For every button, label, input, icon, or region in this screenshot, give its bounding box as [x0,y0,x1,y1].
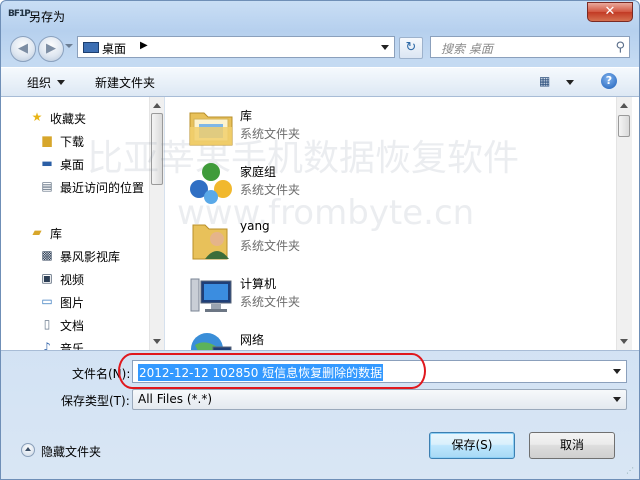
file-item-homegroup[interactable]: 家庭组 系统文件夹 [187,157,487,209]
command-bar: 组织 新建文件夹 ▦ ? [1,67,639,97]
scroll-up-icon[interactable] [153,103,161,108]
file-scroll-thumb[interactable] [618,115,630,137]
pictures-icon: ▭ [41,294,53,308]
videos-icon: ▣ [41,271,53,285]
scroll-down-icon[interactable] [153,339,161,344]
navigation-bar: ◀ ▶ 桌面 ▶ ↻ 搜索 桌面 ⚲ [1,33,639,63]
hide-folders-label: 隐藏文件夹 [41,445,102,459]
title-bar: BF1P 另存为 ✕ [1,1,639,31]
filetype-dropdown-icon[interactable] [613,397,621,402]
file-list: 比亚莘果手机数据恢复软件 www.frombyte.cn 库 系统文件夹 家庭组… [87,97,639,350]
desktop-icon: ▬ [41,156,53,170]
nav-scrollbar[interactable] [149,97,164,350]
nav-scroll-thumb[interactable] [151,113,163,185]
organize-label: 组织 [27,76,52,90]
network-icon [191,333,232,350]
desktop-icon [83,42,99,53]
computer-icon [190,278,232,312]
close-icon: ✕ [604,4,616,19]
address-dropdown-icon[interactable] [381,45,389,50]
help-icon[interactable]: ? [601,73,617,89]
browse-area: ★ 收藏夹 ▆ 下载 ▬ 桌面 ▤ 最近访问的位置 ▰ 库 ▩ 暴风影视库 ▣ … [1,97,639,351]
breadcrumb-chevron-icon[interactable]: ▶ [140,40,148,51]
organize-button[interactable]: 组织 [27,74,66,91]
file-item-user[interactable]: yang 系统文件夹 [187,213,487,265]
refresh-button[interactable]: ↻ [399,37,423,59]
view-options-icon[interactable]: ▦ [539,74,553,88]
search-input[interactable]: 搜索 桌面 [441,40,493,57]
scroll-down-icon[interactable] [620,339,628,344]
star-icon: ★ [31,110,43,124]
filename-label: 文件名(N): [72,367,131,381]
forward-arrow-icon: ▶ [46,41,56,56]
filename-dropdown-icon[interactable] [613,369,621,374]
library-icon: ▰ [32,225,42,239]
resize-grip-icon[interactable]: ⋰ [626,466,636,476]
chevron-down-icon [57,80,66,85]
collapse-icon [21,443,35,457]
view-dropdown-icon[interactable] [566,80,574,85]
back-arrow-icon: ◀ [18,41,28,56]
file-item-computer[interactable]: 计算机 系统文件夹 [187,269,487,321]
search-box[interactable]: 搜索 桌面 ⚲ [430,36,630,58]
refresh-icon: ↻ [405,40,417,55]
navigation-pane: ★ 收藏夹 ▆ 下载 ▬ 桌面 ▤ 最近访问的位置 ▰ 库 ▩ 暴风影视库 ▣ … [1,97,165,350]
video-library-icon: ▩ [41,248,53,262]
search-icon[interactable]: ⚲ [615,40,625,55]
forward-button[interactable]: ▶ [38,36,64,62]
app-icon: BF1P [8,9,31,19]
libraries-folder-icon [189,112,233,146]
filetype-select[interactable]: All Files (*.*) [132,389,627,410]
homegroup-icon [190,163,232,204]
filename-input[interactable]: 2012-12-12 102850 短信息恢复删除的数据 [138,364,384,381]
filetype-value: All Files (*.*) [138,392,213,406]
close-button[interactable]: ✕ [587,2,633,22]
filename-field[interactable]: 2012-12-12 102850 短信息恢复删除的数据 [132,360,627,383]
save-button[interactable]: 保存(S) [429,432,515,459]
music-icon: ♪ [43,340,51,350]
address-location[interactable]: 桌面 [102,40,126,57]
address-bar[interactable]: 桌面 ▶ [77,36,395,58]
documents-icon: ▯ [43,317,51,331]
cancel-button[interactable]: 取消 [529,432,615,459]
user-folder-icon [192,224,229,260]
file-list-scrollbar[interactable] [616,97,632,350]
recent-pages-dropdown[interactable] [65,44,73,48]
filetype-label: 保存类型(T): [61,394,130,408]
file-item-network[interactable]: 网络 [187,325,487,350]
save-as-dialog: BF1P 另存为 ✕ ◀ ▶ 桌面 ▶ ↻ 搜索 桌面 ⚲ 组织 新建文件夹 ▦… [0,0,640,480]
window-title: 另存为 [29,10,66,24]
recent-places-icon: ▤ [41,179,53,193]
download-folder-icon: ▆ [42,133,52,147]
new-folder-button[interactable]: 新建文件夹 [95,74,155,91]
file-item-libraries[interactable]: 库 系统文件夹 [187,101,487,153]
scroll-up-icon[interactable] [620,103,628,108]
back-button[interactable]: ◀ [10,36,36,62]
